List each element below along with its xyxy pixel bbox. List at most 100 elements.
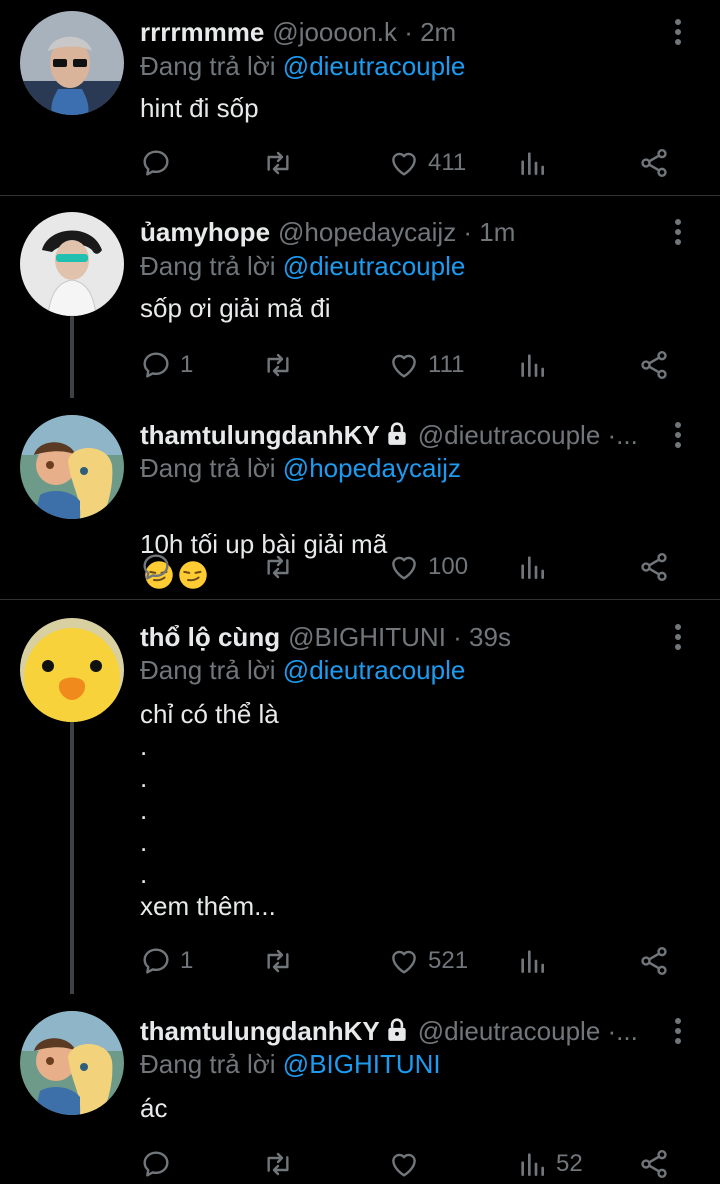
handle-and-time[interactable]: @dieutracouple ·... — [418, 1014, 638, 1048]
display-name[interactable]: thamtulungdanhKY — [140, 1014, 380, 1048]
more-options-icon[interactable] — [666, 16, 690, 48]
reply-prefix: Đang trả lời — [140, 453, 276, 483]
reply-context: Đang trả lời @hopedaycaijz — [140, 451, 461, 485]
tweet[interactable]: thamtulungdanhKY @dieutracouple ·... Đan… — [0, 402, 720, 598]
views-button[interactable]: 52 — [516, 1144, 583, 1184]
like-button[interactable]: 111 — [388, 345, 464, 385]
reply-mention-link[interactable]: @dieutracouple — [283, 51, 466, 81]
reply-context: Đang trả lời @BIGHITUNI — [140, 1047, 441, 1081]
avatar[interactable] — [20, 618, 124, 722]
share-button[interactable] — [638, 143, 670, 183]
heart-icon — [388, 1148, 420, 1180]
views-chart-icon — [516, 551, 548, 583]
tweet-text: ác — [140, 1093, 168, 1123]
like-count: 521 — [428, 947, 469, 974]
share-button[interactable] — [638, 1144, 670, 1184]
reply-icon — [140, 1148, 172, 1180]
tweet[interactable]: thamtulungdanhKY @dieutracouple ·... Đan… — [0, 998, 720, 1182]
reply-mention-link[interactable]: @BIGHITUNI — [283, 1049, 441, 1079]
heart-icon — [388, 349, 420, 381]
protected-lock-icon — [384, 1017, 410, 1043]
avatar-photo-icon — [20, 212, 124, 316]
views-button[interactable] — [516, 547, 556, 587]
display-name[interactable]: thổ lộ cùng — [140, 620, 280, 654]
reply-button[interactable] — [140, 1144, 180, 1184]
handle-and-time[interactable]: @BIGHITUNI · 39s — [288, 620, 511, 654]
display-name[interactable]: rrrrmmme — [140, 15, 264, 49]
tweet[interactable]: thổ lộ cùng @BIGHITUNI · 39s Đang trả lờ… — [0, 602, 720, 994]
retweet-icon — [262, 349, 294, 381]
retweet-button[interactable] — [262, 345, 302, 385]
display-name[interactable]: ủamyhope — [140, 215, 270, 249]
view-count: 52 — [556, 1150, 583, 1177]
reply-mention-link[interactable]: @dieutracouple — [283, 655, 466, 685]
thread-line — [70, 720, 74, 994]
avatar[interactable] — [20, 11, 124, 115]
share-button[interactable] — [638, 547, 670, 587]
action-bar: 52 — [140, 1144, 720, 1184]
like-button[interactable]: 521 — [388, 941, 468, 981]
retweet-button[interactable] — [262, 547, 302, 587]
reply-button[interactable]: 1 — [140, 345, 193, 385]
display-name[interactable]: thamtulungdanhKY — [140, 418, 380, 452]
share-icon — [638, 1148, 670, 1180]
avatar[interactable] — [20, 212, 124, 316]
more-options-icon[interactable] — [666, 419, 690, 451]
like-count: 411 — [428, 149, 467, 176]
share-icon — [638, 945, 670, 977]
avatar-photo-icon — [20, 11, 124, 115]
reply-button[interactable] — [140, 547, 180, 587]
views-button[interactable] — [516, 941, 556, 981]
tweet-header: thamtulungdanhKY @dieutracouple ·... — [140, 418, 656, 452]
action-bar: 100 — [140, 547, 720, 587]
reply-button[interactable] — [140, 143, 180, 183]
like-count: 100 — [428, 553, 469, 580]
tweet-text: hint đi sốp — [140, 93, 259, 123]
reply-prefix: Đang trả lời — [140, 655, 276, 685]
tweet-header: rrrrmmme @joooon.k · 2m — [140, 15, 656, 49]
reply-mention-link[interactable]: @hopedaycaijz — [283, 453, 461, 483]
avatar[interactable] — [20, 1011, 124, 1115]
more-options-icon[interactable] — [666, 216, 690, 248]
reply-icon — [140, 349, 172, 381]
more-options-icon[interactable] — [666, 621, 690, 653]
tweet-header: thổ lộ cùng @BIGHITUNI · 39s — [140, 620, 656, 654]
like-button[interactable] — [388, 1144, 428, 1184]
reply-context: Đang trả lời @dieutracouple — [140, 653, 465, 687]
more-options-icon[interactable] — [666, 1015, 690, 1047]
views-button[interactable] — [516, 345, 556, 385]
reply-icon — [140, 147, 172, 179]
reply-button[interactable]: 1 — [140, 941, 193, 981]
reply-mention-link[interactable]: @dieutracouple — [283, 251, 466, 281]
protected-lock-icon — [384, 421, 410, 447]
avatar[interactable] — [20, 415, 124, 519]
like-button[interactable]: 100 — [388, 547, 468, 587]
handle-and-time[interactable]: @joooon.k · 2m — [272, 15, 456, 49]
heart-icon — [388, 147, 420, 179]
avatar-cartoon-icon — [20, 1011, 124, 1115]
views-button[interactable] — [516, 143, 556, 183]
share-button[interactable] — [638, 345, 670, 385]
tweet-header: thamtulungdanhKY @dieutracouple ·... — [140, 1014, 656, 1048]
reply-prefix: Đang trả lời — [140, 1049, 276, 1079]
avatar-cartoon-icon — [20, 415, 124, 519]
heart-icon — [388, 945, 420, 977]
share-button[interactable] — [638, 941, 670, 981]
handle-and-time[interactable]: @hopedaycaijz · 1m — [278, 215, 515, 249]
heart-icon — [388, 551, 420, 583]
action-bar: 1 111 — [140, 345, 720, 385]
like-button[interactable]: 411 — [388, 143, 466, 183]
retweet-button[interactable] — [262, 941, 302, 981]
reply-icon — [140, 945, 172, 977]
views-chart-icon — [516, 945, 548, 977]
tweet[interactable]: rrrrmmme @joooon.k · 2m Đang trả lời @di… — [0, 0, 720, 195]
handle-and-time[interactable]: @dieutracouple ·... — [418, 418, 638, 452]
tweet[interactable]: ủamyhope @hopedaycaijz · 1m Đang trả lời… — [0, 198, 720, 398]
retweet-button[interactable] — [262, 143, 302, 183]
tweet-text: sốp ơi giải mã đi — [140, 293, 331, 323]
retweet-button[interactable] — [262, 1144, 302, 1184]
like-count: 111 — [428, 351, 465, 378]
action-bar: 1 521 — [140, 941, 720, 981]
reply-count: 1 — [180, 351, 194, 378]
action-bar: 411 — [140, 143, 720, 183]
